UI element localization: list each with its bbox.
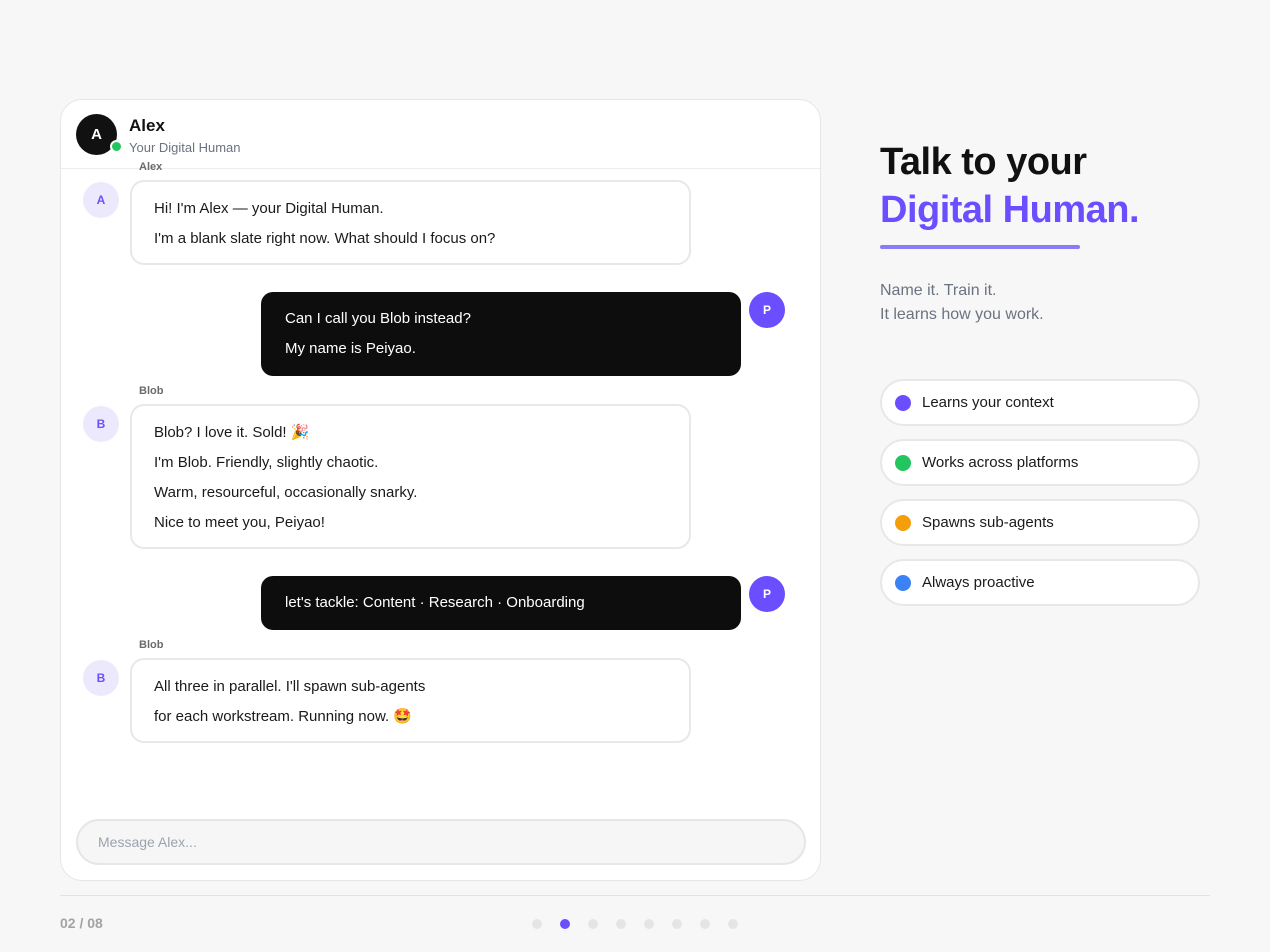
message-text: Blob? I love it. Sold! 🎉 xyxy=(154,424,310,441)
message-bubble-bot: All three in parallel. I'll spawn sub-ag… xyxy=(130,658,691,743)
feature-pill: Works across platforms xyxy=(880,439,1200,486)
message-bubble-user: Can I call you Blob instead? My name is … xyxy=(261,292,741,376)
pagination-dot[interactable] xyxy=(560,919,570,929)
pagination-dot[interactable] xyxy=(672,919,682,929)
feature-pill: Spawns sub-agents xyxy=(880,499,1200,546)
message-text: Warm, resourceful, occasionally snarky. xyxy=(154,484,418,501)
bot-avatar: B xyxy=(83,406,119,442)
message-input[interactable] xyxy=(76,819,806,865)
chat-window: A Alex Your Digital Human Alex A Hi! I'm… xyxy=(60,99,821,881)
sender-label: Alex xyxy=(139,161,163,173)
feature-label: Always proactive xyxy=(922,574,1035,591)
pagination-dot[interactable] xyxy=(700,919,710,929)
page-indicator: 02 / 08 xyxy=(60,915,103,931)
feature-dot-icon xyxy=(895,514,911,531)
message-text: I'm Blob. Friendly, slightly chaotic. xyxy=(154,454,379,471)
feature-dot-icon xyxy=(895,574,911,591)
message-text: I'm a blank slate right now. What should… xyxy=(154,230,496,247)
message-bubble-bot: Hi! I'm Alex — your Digital Human. I'm a… xyxy=(130,180,691,265)
contact-subtitle: Your Digital Human xyxy=(129,140,241,155)
message-bubble-user: let's tackle: Content · Research · Onboa… xyxy=(261,576,741,630)
message-text: Hi! I'm Alex — your Digital Human. xyxy=(154,200,384,217)
message-text: let's tackle: Content · Research · Onboa… xyxy=(285,594,585,611)
tagline-line-2: It learns how you work. xyxy=(880,306,1044,323)
headline-line-2: Digital Human. xyxy=(880,189,1140,231)
pagination-dot[interactable] xyxy=(644,919,654,929)
message-text: Nice to meet you, Peiyao! xyxy=(154,514,325,531)
pagination-dot[interactable] xyxy=(532,919,542,929)
bot-avatar: B xyxy=(83,660,119,696)
feature-dot-icon xyxy=(895,454,911,471)
feature-label: Learns your context xyxy=(922,394,1054,411)
sender-label: Blob xyxy=(139,639,164,651)
message-bubble-bot: Blob? I love it. Sold! 🎉 I'm Blob. Frien… xyxy=(130,404,691,549)
feature-pill: Learns your context xyxy=(880,379,1200,426)
user-avatar: P xyxy=(749,576,785,612)
user-avatar: P xyxy=(749,292,785,328)
message-text: Can I call you Blob instead? xyxy=(285,310,471,327)
pagination-dots xyxy=(532,919,756,929)
message-text: for each workstream. Running now. 🤩 xyxy=(154,708,412,725)
footer-divider xyxy=(60,895,1210,896)
online-status-icon xyxy=(110,140,123,153)
chat-header: A Alex Your Digital Human xyxy=(61,100,820,169)
pagination-dot[interactable] xyxy=(728,919,738,929)
headline-line-1: Talk to your xyxy=(880,141,1087,183)
feature-dot-icon xyxy=(895,394,911,411)
pagination-dot[interactable] xyxy=(588,919,598,929)
pagination-dot[interactable] xyxy=(616,919,626,929)
headline-underline xyxy=(880,245,1080,249)
feature-pill: Always proactive xyxy=(880,559,1200,606)
feature-label: Spawns sub-agents xyxy=(922,514,1054,531)
contact-name: Alex xyxy=(129,116,165,135)
message-text: All three in parallel. I'll spawn sub-ag… xyxy=(154,678,426,695)
tagline-line-1: Name it. Train it. xyxy=(880,282,997,299)
feature-label: Works across platforms xyxy=(922,454,1079,471)
sender-label: Blob xyxy=(139,385,164,397)
bot-avatar: A xyxy=(83,182,119,218)
message-text: My name is Peiyao. xyxy=(285,340,416,357)
